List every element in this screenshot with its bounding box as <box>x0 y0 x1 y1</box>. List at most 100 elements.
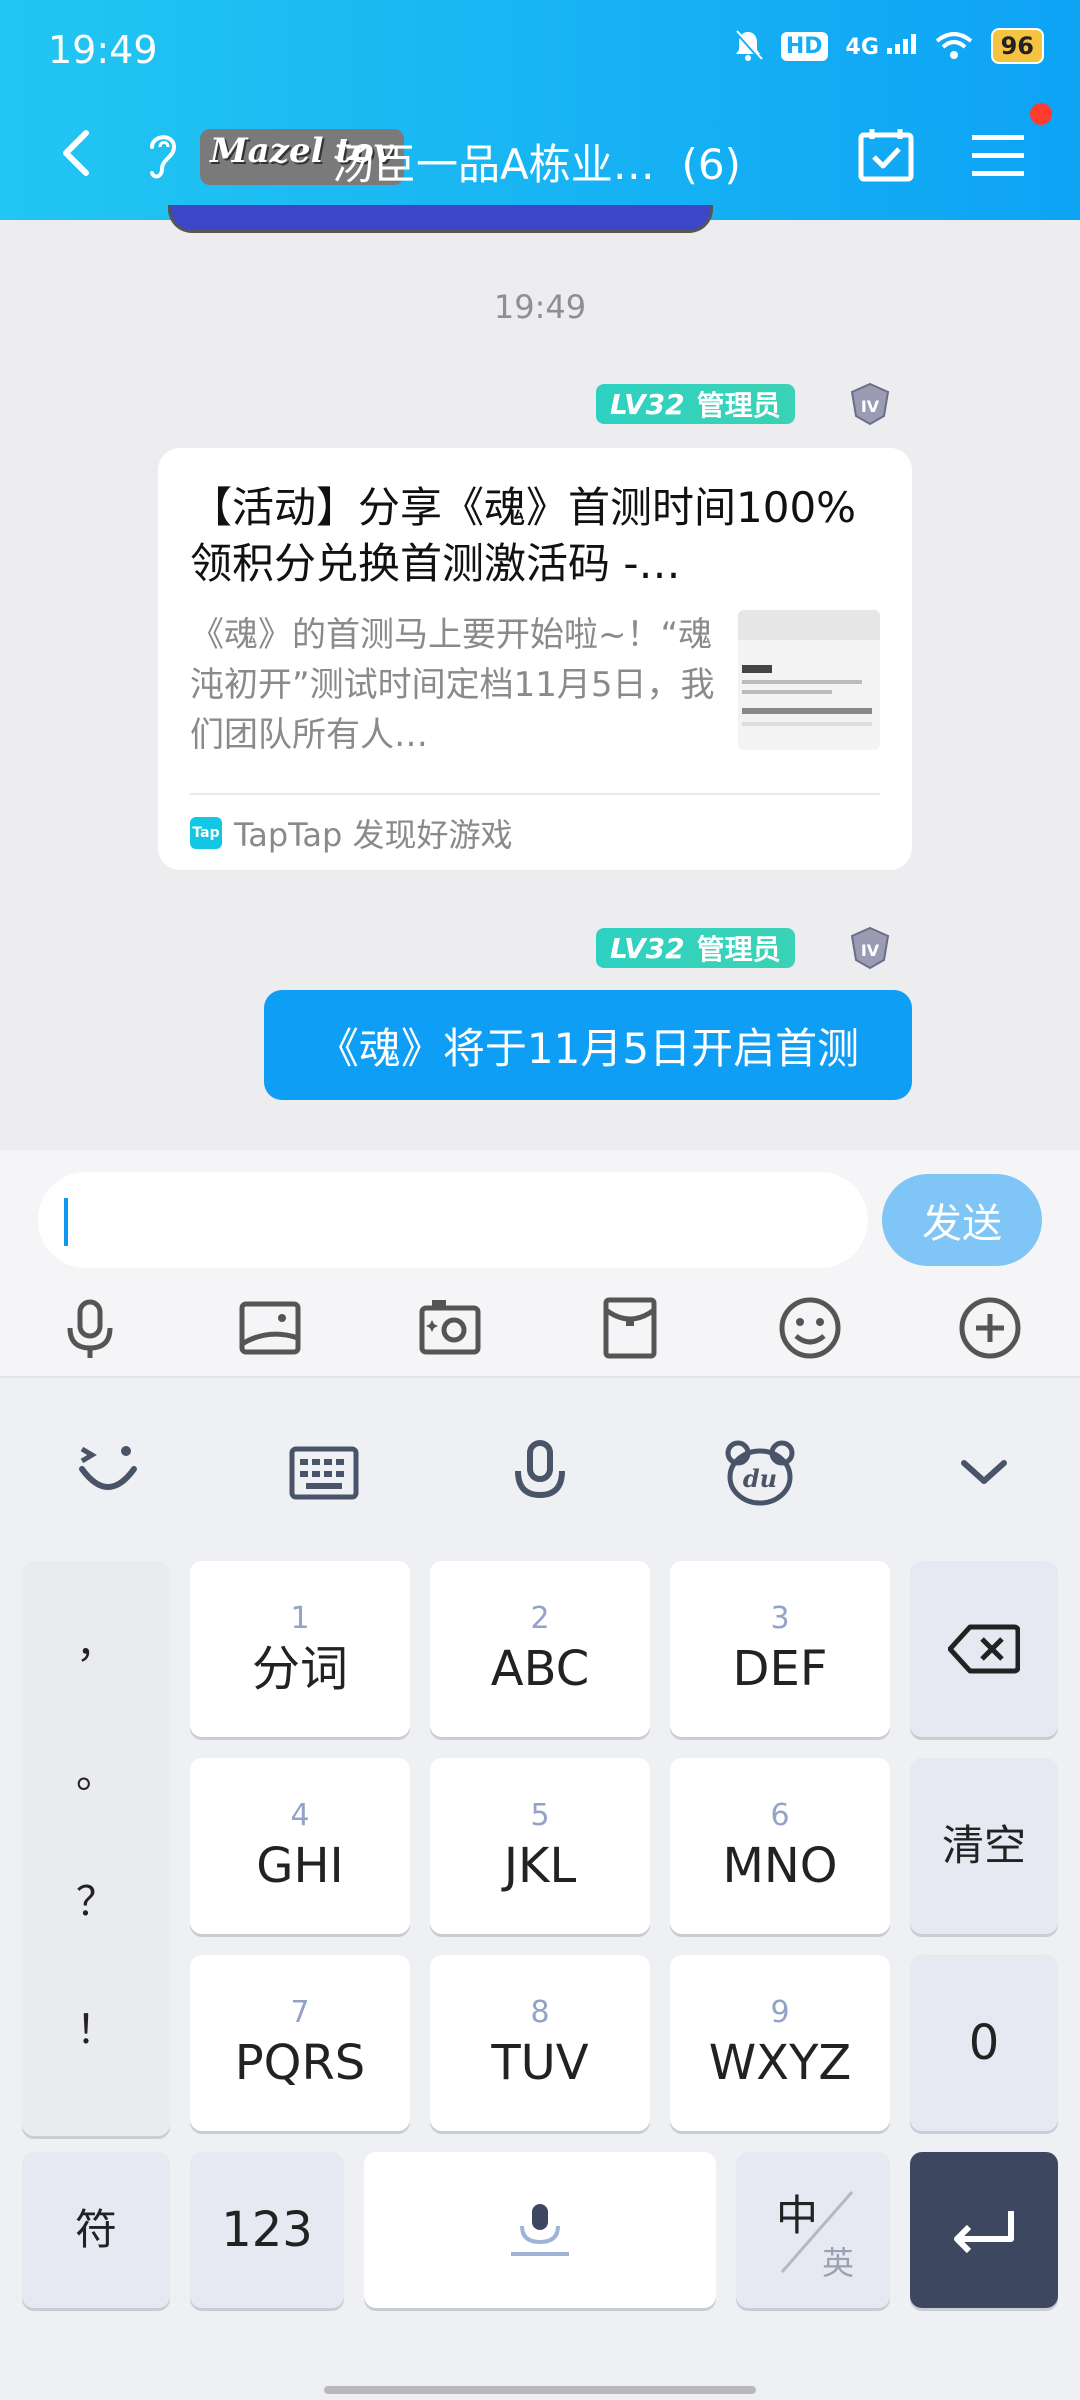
level-badge: LV32 管理员 <box>596 928 795 968</box>
punct-period[interactable]: 。 <box>22 1741 170 1799</box>
chat-timestamp: 19:49 <box>493 288 587 326</box>
key-label: GHI <box>256 1838 344 1894</box>
avatar[interactable]: IV <box>848 926 892 970</box>
group-title[interactable]: 汤臣一品A栋业… (6) <box>332 131 741 192</box>
key-4[interactable]: 4 GHI <box>190 1758 410 1934</box>
card-divider <box>190 793 880 795</box>
earpiece-mode-icon[interactable] <box>138 127 188 183</box>
card-title: 【活动】分享《魂》首测时间100%领积分兑换首测激活码 -… <box>190 483 857 588</box>
key-number: 4 <box>290 1798 310 1833</box>
lang-main-label: 中 <box>776 2191 819 2240</box>
numbers-label: 123 <box>221 2202 313 2258</box>
send-button[interactable]: 发送 <box>882 1174 1042 1266</box>
plus-icon[interactable] <box>954 1292 1026 1364</box>
composer: 发送 <box>0 1150 1080 1378</box>
key-label: WXYZ <box>708 2035 852 2091</box>
key-label: MNO <box>722 1838 838 1894</box>
text-caret <box>64 1198 68 1246</box>
level-number: LV32 <box>610 931 685 965</box>
key-label: TUV <box>491 2035 589 2091</box>
key-2[interactable]: 2 ABC <box>430 1561 650 1737</box>
clear-key[interactable]: 清空 <box>910 1758 1058 1934</box>
key-label: JKL <box>503 1838 577 1894</box>
backspace-key[interactable] <box>910 1561 1058 1737</box>
status-time: 19:49 <box>48 28 158 72</box>
network-label: 4G <box>845 34 879 60</box>
group-name: 汤臣一品A栋业… <box>332 140 655 189</box>
voice-input-icon[interactable] <box>500 1433 580 1513</box>
punct-exclaim[interactable]: ！ <box>22 1997 170 2055</box>
back-arrow-icon[interactable] <box>48 123 108 183</box>
keyboard-icon[interactable] <box>284 1433 364 1513</box>
zero-label: 0 <box>968 2015 1000 2071</box>
key-number: 6 <box>770 1798 790 1833</box>
role-label: 管理员 <box>696 389 781 422</box>
clear-label: 清空 <box>941 1821 1026 1870</box>
member-count: (6) <box>681 140 741 189</box>
battery-indicator: 96 <box>990 28 1044 64</box>
enter-key[interactable] <box>910 2152 1058 2308</box>
svg-text:IV: IV <box>861 397 880 416</box>
avatar[interactable]: IV <box>848 382 892 426</box>
red-packet-icon[interactable] <box>594 1292 666 1364</box>
mute-bell-icon <box>734 30 763 61</box>
key-label: 分词 <box>251 1641 348 1697</box>
space-mic-icon <box>511 2204 569 2256</box>
menu-icon[interactable] <box>968 127 1028 183</box>
app-header: 19:49 HD 4G 96 Mazel tov 汤臣一品A栋业… (6) <box>0 0 1080 220</box>
key-number: 5 <box>530 1798 550 1833</box>
svg-text:du: du <box>743 1464 777 1493</box>
notification-dot <box>1030 103 1052 125</box>
key-number: 1 <box>290 1601 310 1636</box>
key-6[interactable]: 6 MNO <box>670 1758 890 1934</box>
home-indicator[interactable] <box>324 2386 756 2394</box>
wifi-icon <box>935 32 972 59</box>
chevron-down-icon[interactable] <box>944 1433 1024 1513</box>
shared-link-card[interactable]: 【活动】分享《魂》首测时间100%领积分兑换首测激活码 -… 《魂》的首测马上要… <box>158 448 912 870</box>
card-description: 《魂》的首测马上要开始啦~！“魂沌初开”测试时间定档11月5日，我们团队所有人… <box>190 615 715 755</box>
signal-icon <box>886 33 916 54</box>
space-key[interactable] <box>364 2152 716 2308</box>
key-8[interactable]: 8 TUV <box>430 1955 650 2131</box>
key-7[interactable]: 7 PQRS <box>190 1955 410 2131</box>
sender-badge: LV32 管理员 <box>596 384 795 424</box>
key-1[interactable]: 1 分词 <box>190 1561 410 1737</box>
calendar-check-icon[interactable] <box>856 125 916 185</box>
key-9[interactable]: 9 WXYZ <box>670 1955 890 2131</box>
hd-badge: HD <box>780 31 828 61</box>
camera-icon[interactable] <box>414 1292 486 1364</box>
message-input[interactable] <box>38 1172 868 1268</box>
svg-text:IV: IV <box>861 941 880 960</box>
level-number: LV32 <box>610 387 685 421</box>
key-number: 3 <box>770 1601 790 1636</box>
key-3[interactable]: 3 DEF <box>670 1561 890 1737</box>
du-bear-icon[interactable]: du <box>720 1433 800 1513</box>
punctuation-column[interactable]: ， 。 ？ ！ <box>22 1561 170 2136</box>
zero-key[interactable]: 0 <box>910 1955 1058 2131</box>
numbers-key[interactable]: 123 <box>190 2152 344 2308</box>
key-number: 7 <box>290 1995 310 2030</box>
taptap-icon: Tap <box>190 817 222 849</box>
key-number: 9 <box>770 1995 790 2030</box>
emoji-icon[interactable] <box>774 1292 846 1364</box>
status-bar: 19:49 HD 4G 96 <box>0 0 1080 100</box>
card-source: Tap TapTap 发现好游戏 <box>190 810 513 856</box>
punct-comma[interactable]: ， <box>22 1611 170 1669</box>
key-5[interactable]: 5 JKL <box>430 1758 650 1934</box>
language-toggle-key[interactable]: 中 英 <box>736 2152 890 2308</box>
lang-alt-label: 英 <box>822 2244 855 2282</box>
microphone-icon[interactable] <box>54 1292 126 1364</box>
sender-badge: LV32 管理员 <box>596 928 795 968</box>
keyboard: du ， 。 ？ ！ 1 分词 2 ABC 3 DEF 4 GHI 5 JKL 6 MNO … <box>0 1378 1080 2400</box>
ime-emoji-icon[interactable] <box>68 1433 148 1513</box>
punct-question[interactable]: ？ <box>22 1869 170 1927</box>
previous-message-edge <box>168 205 713 233</box>
key-number: 2 <box>530 1601 550 1636</box>
nav-bar: Mazel tov 汤臣一品A栋业… (6) <box>0 103 1080 205</box>
role-label: 管理员 <box>696 933 781 966</box>
message-bubble[interactable]: 《魂》将于11月5日开启首测 <box>264 990 912 1100</box>
symbols-key[interactable]: 符 <box>22 2152 170 2308</box>
key-label: PQRS <box>234 2035 366 2091</box>
image-icon[interactable] <box>234 1292 306 1364</box>
symbols-label: 符 <box>74 2205 117 2254</box>
